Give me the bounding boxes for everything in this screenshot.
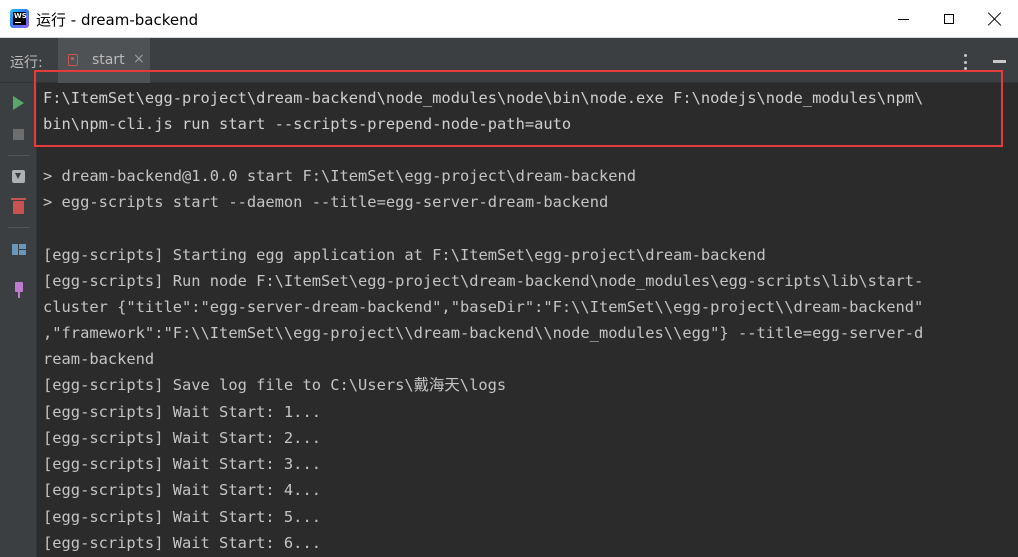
run-left-toolbar <box>0 83 37 557</box>
console-output[interactable]: F:\ItemSet\egg-project\dream-backend\nod… <box>37 83 1018 557</box>
tab-close-icon[interactable]: × <box>133 51 145 67</box>
rerun-icon <box>13 96 24 110</box>
webstorm-logo-icon: WS <box>10 9 29 28</box>
stop-button[interactable] <box>0 122 37 146</box>
console-line: [egg-scripts] Wait Start: 6... <box>43 534 321 552</box>
window-title: 运行 - dream-backend <box>36 11 199 29</box>
clear-console-button[interactable] <box>0 195 37 219</box>
console-line: ,"framework":"F:\\ItemSet\\egg-project\\… <box>43 324 924 342</box>
maximize-icon <box>944 14 954 24</box>
console-line: > egg-scripts start --daemon --title=egg… <box>43 193 609 211</box>
maximize-button[interactable] <box>926 0 972 38</box>
console-line: > dream-backend@1.0.0 start F:\ItemSet\e… <box>43 167 637 185</box>
console-line: [egg-scripts] Wait Start: 5... <box>43 508 321 526</box>
minimize-button[interactable] <box>880 0 926 38</box>
run-panel-label: 运行: <box>10 55 43 71</box>
console-line: [egg-scripts] Wait Start: 3... <box>43 455 321 473</box>
console-line: [egg-scripts] Save log file to C:\Users\… <box>43 376 507 394</box>
toolbar-divider <box>8 155 30 156</box>
console-line: [egg-scripts] Wait Start: 4... <box>43 481 321 499</box>
console-line: bin\npm-cli.js run start --scripts-prepe… <box>43 115 572 133</box>
console-line: [egg-scripts] Starting egg application a… <box>43 246 766 264</box>
clear-icon <box>11 197 26 214</box>
run-config-icon <box>68 54 78 66</box>
tab-label: start <box>92 52 125 68</box>
console-line: cluster {"title":"egg-server-dream-backe… <box>43 298 924 316</box>
console-line: [egg-scripts] Run node F:\ItemSet\egg-pr… <box>43 272 924 290</box>
stop-icon <box>13 128 24 140</box>
app-icon-text: WS <box>14 12 27 20</box>
toolbar-divider <box>8 227 30 228</box>
layout-icon <box>11 243 26 255</box>
run-tool-header: 运行: start × <box>0 38 1018 83</box>
console-line: ream-backend <box>43 350 155 368</box>
console-line: F:\ItemSet\egg-project\dream-backend\nod… <box>43 89 924 107</box>
scroll-to-end-button[interactable] <box>0 164 37 188</box>
rerun-button[interactable] <box>0 91 37 115</box>
pin-icon <box>14 282 23 298</box>
window-titlebar: WS 运行 - dream-backend <box>0 0 1018 38</box>
scroll-to-end-icon <box>12 169 25 183</box>
close-window-button[interactable] <box>972 0 1018 38</box>
console-line: [egg-scripts] Wait Start: 1... <box>43 403 321 421</box>
close-icon <box>988 12 1002 26</box>
minimize-icon <box>897 18 909 20</box>
pin-button[interactable] <box>0 275 37 299</box>
layout-button[interactable] <box>0 237 37 261</box>
tab-start[interactable]: start × <box>58 38 150 83</box>
hide-panel-icon[interactable] <box>993 60 1006 63</box>
more-options-icon[interactable] <box>964 54 968 70</box>
console-line: [egg-scripts] Wait Start: 2... <box>43 429 321 447</box>
